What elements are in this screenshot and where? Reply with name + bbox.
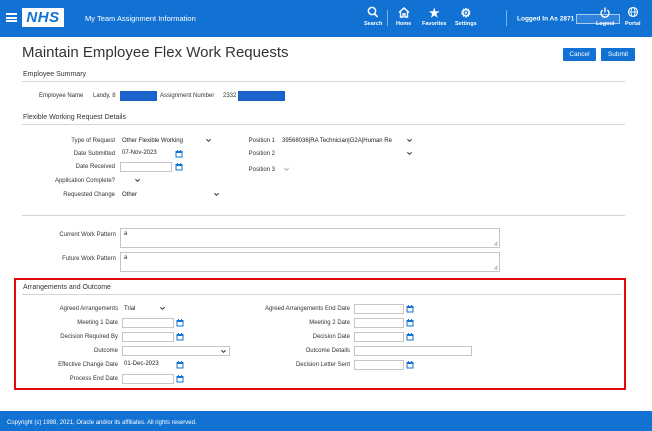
divider — [22, 81, 625, 82]
assignment-number-label: Assignment Number — [160, 93, 215, 99]
chevron-down-icon — [214, 192, 219, 197]
outcome-select[interactable] — [122, 346, 230, 356]
chevron-down-icon — [284, 167, 289, 172]
divider — [22, 124, 625, 125]
date-submitted-label: Date Submitted — [73, 151, 115, 157]
decision-date-field[interactable] — [354, 332, 404, 342]
date-received-field[interactable] — [120, 162, 172, 172]
page-title: Maintain Employee Flex Work Requests — [22, 44, 289, 61]
chevron-down-icon — [160, 306, 165, 311]
copyright-text: Copyright (c) 1998, 2021, Oracle and/or … — [7, 420, 197, 426]
resize-grip-icon[interactable] — [493, 241, 498, 246]
home-button[interactable]: Home — [396, 6, 411, 27]
chevron-down-icon — [407, 138, 412, 143]
outcome-details-field[interactable] — [354, 346, 472, 356]
date-submitted-field[interactable]: 07-Nov-2023 — [120, 149, 172, 159]
top-bar: NHS My Team Assignment Information Searc… — [0, 0, 652, 37]
type-of-request-label: Type of Request — [71, 138, 115, 144]
position-2-label: Position 2 — [248, 151, 275, 157]
chevron-down-icon — [206, 138, 211, 143]
position-2-select[interactable] — [280, 149, 414, 159]
position-3-select[interactable] — [280, 165, 294, 175]
request-details-heading: Flexible Working Request Details — [23, 114, 126, 121]
decision-letter-sent-label: Decision Letter Sent — [295, 362, 350, 368]
logout-button[interactable]: Logout — [596, 6, 615, 27]
agreed-arrangements-select[interactable]: Trial — [122, 304, 168, 314]
settings-button[interactable]: ⚙ Settings — [455, 6, 477, 27]
chevron-down-icon — [407, 151, 412, 156]
future-work-pattern-textarea[interactable]: a — [120, 252, 500, 272]
home-icon — [396, 6, 411, 21]
effective-change-date-field[interactable]: 01-Dec-2023 — [122, 360, 174, 370]
employee-summary-heading: Employee Summary — [23, 71, 87, 78]
header-separator — [387, 10, 388, 26]
calendar-icon[interactable] — [175, 150, 183, 158]
calendar-icon[interactable] — [406, 319, 414, 327]
submit-button[interactable]: Submit — [601, 48, 635, 61]
calendar-icon[interactable] — [406, 361, 414, 369]
current-work-pattern-label: Current Work Pattern — [59, 232, 116, 238]
decision-date-label: Decision Date — [312, 334, 350, 340]
calendar-icon[interactable] — [176, 333, 184, 341]
decision-required-by-field[interactable] — [122, 332, 174, 342]
arrangements-outcome-heading: Arrangements and Outcome — [23, 284, 111, 291]
position-3-label: Position 3 — [248, 167, 275, 173]
divider — [22, 215, 625, 216]
portal-button[interactable]: Portal — [625, 6, 641, 27]
agreed-arrangements-end-date-label: Agreed Arrangements End Date — [264, 306, 350, 312]
meeting-2-date-label: Meeting 2 Date — [309, 320, 350, 326]
agreed-arrangements-label: Agreed Arrangements — [59, 306, 118, 312]
calendar-icon[interactable] — [176, 319, 184, 327]
outcome-details-label: Outcome Details — [305, 348, 350, 354]
future-work-pattern-label: Future Work Pattern — [62, 256, 116, 262]
app-title: My Team Assignment Information — [85, 14, 196, 23]
redacted-employee-name — [120, 91, 157, 101]
calendar-icon[interactable] — [406, 305, 414, 313]
redacted-assignment-number — [238, 91, 285, 101]
meeting-2-date-field[interactable] — [354, 318, 404, 328]
process-end-date-field[interactable] — [122, 374, 174, 384]
type-of-request-select[interactable]: Other Flexible Working — [120, 136, 215, 146]
outcome-label: Outcome — [93, 348, 118, 354]
hamburger-menu-icon[interactable] — [6, 13, 17, 22]
gear-icon: ⚙ — [460, 6, 472, 20]
position-1-label: Position 1 — [248, 138, 275, 144]
resize-grip-icon[interactable] — [493, 265, 498, 270]
process-end-date-label: Process End Date — [69, 376, 118, 382]
calendar-icon[interactable] — [406, 333, 414, 341]
search-button[interactable]: Search — [364, 6, 382, 27]
search-icon — [364, 6, 382, 21]
globe-icon — [625, 6, 641, 21]
meeting-1-date-field[interactable] — [122, 318, 174, 328]
decision-letter-sent-field[interactable] — [354, 360, 404, 370]
assignment-number-value: 2332 — [223, 93, 237, 99]
position-1-select[interactable]: 39568036|RA Technician|G2A|Human Re — [280, 136, 414, 146]
decision-required-by-label: Decision Required By — [60, 334, 118, 340]
date-received-label: Date Received — [75, 164, 115, 170]
footer: Copyright (c) 1998, 2021, Oracle and/or … — [0, 411, 652, 431]
calendar-icon[interactable] — [176, 375, 184, 383]
calendar-icon[interactable] — [176, 361, 184, 369]
requested-change-label: Requested Change — [63, 192, 115, 198]
nhs-logo: NHS — [22, 8, 64, 27]
effective-change-date-label: Effective Change Date — [58, 362, 118, 368]
requested-change-select[interactable]: Other — [120, 190, 222, 200]
header-separator — [506, 10, 507, 26]
chevron-down-icon — [135, 178, 140, 183]
employee-name-label: Employee Name — [39, 93, 84, 99]
cancel-button[interactable]: Cancel — [563, 48, 596, 61]
employee-name-value: Landy, 8 — [93, 93, 116, 99]
agreed-arrangements-end-date-field[interactable] — [354, 304, 404, 314]
star-icon: ★ — [428, 6, 440, 20]
power-icon — [596, 6, 615, 21]
meeting-1-date-label: Meeting 1 Date — [77, 320, 118, 326]
favorites-button[interactable]: ★ Favorites — [422, 6, 446, 27]
application-complete-select[interactable] — [120, 176, 144, 186]
calendar-icon[interactable] — [175, 163, 183, 171]
divider — [22, 294, 622, 295]
application-complete-label: Application Complete? — [54, 178, 115, 184]
current-work-pattern-textarea[interactable]: a — [120, 228, 500, 248]
